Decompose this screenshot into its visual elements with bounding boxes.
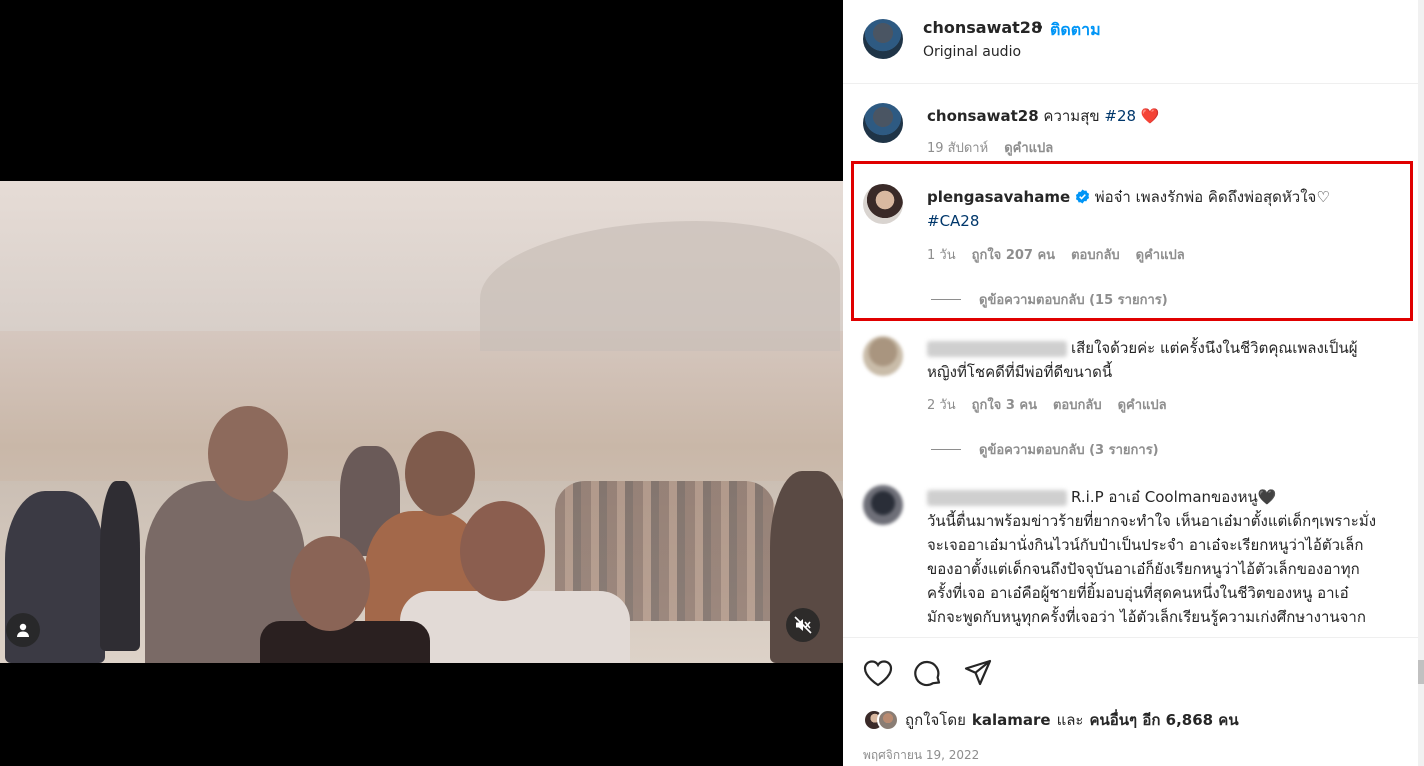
comment-likes[interactable]: ถูกใจ 207 คน — [972, 244, 1055, 265]
view-replies-label[interactable]: ดูข้อความตอบกลับ (15 รายการ) — [979, 289, 1168, 310]
comment-text: ของอาตั้งแต่เด็กจนถึงปัจจุบันอาเอ๋ก็ยังเ… — [927, 560, 1360, 578]
post-media[interactable] — [0, 0, 843, 766]
photo-person — [100, 481, 140, 651]
comment-text: จะเจออาเอ๋มานั่งกินไวน์กับป๋าเป็นประจำ อ… — [927, 536, 1364, 554]
view-replies-button[interactable]: ดูข้อความตอบกลับ (15 รายการ) — [931, 289, 1168, 310]
post-header: chonsawat28 • ติดตาม Original audio — [843, 0, 1418, 84]
comment-username[interactable]: plengasavahame — [927, 188, 1070, 206]
comment-text: มักจะพูดกับหนูทุกครั้งที่เจอว่า ไอ้ตัวเล… — [927, 608, 1366, 626]
comment-body: R.i.P อาเอ๋ Coolmanของหนู🖤 วันนี้ตื่นมาพ… — [927, 485, 1417, 629]
comment-body: plengasavahame พ่อจ๋า เพลงรักพ่อ คิดถึงพ… — [927, 185, 1397, 233]
caption-avatar[interactable] — [863, 103, 903, 143]
comment-username-blurred[interactable] — [927, 340, 1067, 357]
view-replies-button[interactable]: ดูข้อความตอบกลับ (3 รายการ) — [931, 439, 1159, 460]
post-actions: ถูกใจโดย kalamare และ คนอื่นๆ อีก 6,868 … — [843, 637, 1418, 766]
photo-person-head — [460, 501, 545, 601]
post-date[interactable]: พฤศจิกายน 19, 2022 — [863, 746, 979, 765]
mute-button[interactable] — [786, 608, 820, 642]
comment-time[interactable]: 2 วัน — [927, 394, 956, 415]
caption-translate-link[interactable]: ดูคำแปล — [1004, 137, 1053, 158]
comment-hashtag[interactable]: #CA28 — [927, 212, 979, 230]
caption-time[interactable]: 19 สัปดาห์ — [927, 137, 988, 158]
verified-badge-icon — [1075, 189, 1089, 204]
separator-dot: • — [1035, 18, 1045, 37]
translate-link[interactable]: ดูคำแปล — [1118, 394, 1167, 415]
comment-meta: 1 วัน ถูกใจ 207 คน ตอบกลับ ดูคำแปล — [927, 244, 1185, 265]
reply-button[interactable]: ตอบกลับ — [1053, 394, 1102, 415]
photo-person-head — [290, 536, 370, 631]
comment-time[interactable]: 1 วัน — [927, 244, 956, 265]
heart-emoji: ❤️ — [1140, 107, 1160, 125]
caption-hashtag[interactable]: #28 — [1104, 107, 1136, 125]
audio-label[interactable]: Original audio — [923, 44, 1021, 60]
caption-text: ความสุข — [1043, 107, 1100, 125]
comment-text: พ่อจ๋า เพลงรักพ่อ คิดถึงพ่อสุดหัวใจ♡ — [1094, 188, 1330, 206]
author-username[interactable]: chonsawat28 — [923, 18, 1042, 37]
comment-text: R.i.P อาเอ๋ Coolmanของหนู🖤 — [1071, 488, 1277, 506]
comment-text: ครั้งที่เจอ อาเอ๋คือผู้ชายที่ยิ้มอบอุ่นท… — [927, 584, 1349, 602]
comment-avatar[interactable] — [863, 336, 903, 376]
comment-text: วันนี้ตื่นมาพร้อมข่าวร้ายที่ยากจะทำใจ เห… — [927, 512, 1377, 530]
comment-username-blurred[interactable] — [927, 489, 1067, 506]
comment-text: หญิงที่โชคดีที่มีพ่อที่ดีขนาดนี้ — [927, 363, 1113, 381]
comments-list[interactable]: chonsawat28 ความสุข #28 ❤️ 19 สัปดาห์ ดู… — [843, 85, 1418, 637]
muted-speaker-icon — [794, 616, 812, 634]
likes-summary: ถูกใจโดย kalamare และ คนอื่นๆ อีก 6,868 … — [863, 708, 1239, 732]
caption: chonsawat28 ความสุข #28 ❤️ — [927, 104, 1160, 128]
comment-button[interactable] — [911, 656, 945, 690]
replies-line — [931, 449, 961, 450]
comment-avatar[interactable] — [863, 184, 903, 224]
liker-avatar[interactable] — [877, 709, 899, 731]
likes-and: และ — [1056, 711, 1084, 729]
translate-link[interactable]: ดูคำแปล — [1136, 244, 1185, 265]
comment-likes[interactable]: ถูกใจ 3 คน — [972, 394, 1037, 415]
replies-line — [931, 299, 961, 300]
view-replies-label[interactable]: ดูข้อความตอบกลับ (3 รายการ) — [979, 439, 1159, 460]
photo-person-head — [208, 406, 288, 501]
comment-meta: 2 วัน ถูกใจ 3 คน ตอบกลับ ดูคำแปล — [927, 394, 1167, 415]
caption-username[interactable]: chonsawat28 — [927, 107, 1039, 125]
liked-by-user[interactable]: kalamare — [972, 711, 1051, 729]
photo-person-head — [405, 431, 475, 516]
share-button[interactable] — [961, 656, 995, 690]
heart-icon — [863, 660, 893, 687]
comment-icon — [914, 660, 941, 687]
follow-button[interactable]: ติดตาม — [1050, 18, 1101, 43]
comment-body: เสียใจด้วยค่ะ แต่ครั้งนึงในชีวิตคุณเพลงเ… — [927, 336, 1407, 384]
likes-count-link[interactable]: คนอื่นๆ อีก 6,868 คน — [1089, 708, 1238, 732]
post-side-panel: chonsawat28 • ติดตาม Original audio chon… — [843, 0, 1424, 766]
photo-person — [400, 591, 630, 663]
scrollbar-thumb[interactable] — [1418, 660, 1424, 684]
user-icon — [17, 623, 29, 637]
comment-avatar[interactable] — [863, 485, 903, 525]
liked-by-label: ถูกใจโดย — [905, 711, 966, 729]
tagged-users-button[interactable] — [6, 613, 40, 647]
comment-text: เสียใจด้วยค่ะ แต่ครั้งนึงในชีวิตคุณเพลงเ… — [1071, 339, 1358, 357]
post-photo[interactable] — [0, 181, 843, 663]
like-button[interactable] — [861, 656, 895, 690]
scrollbar[interactable] — [1418, 0, 1424, 766]
reply-button[interactable]: ตอบกลับ — [1071, 244, 1120, 265]
share-icon — [964, 659, 992, 686]
caption-meta: 19 สัปดาห์ ดูคำแปล — [927, 137, 1053, 158]
author-avatar[interactable] — [863, 19, 903, 59]
